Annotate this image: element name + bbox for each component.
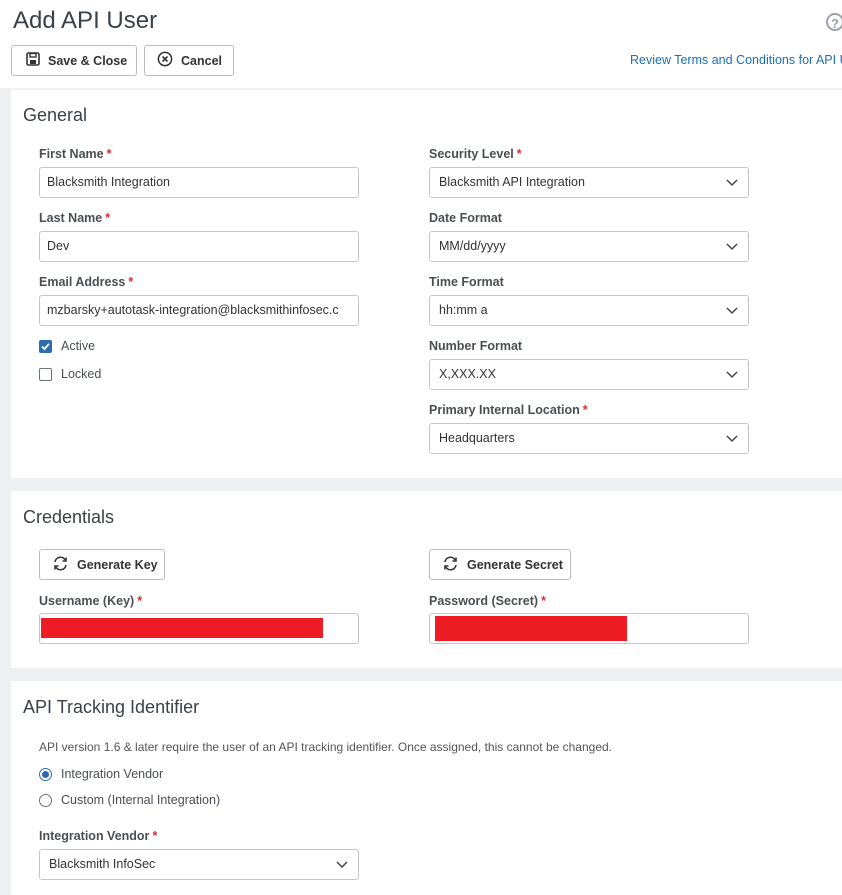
save-icon: [26, 52, 40, 69]
integration-vendor-label: Integration Vendor *: [39, 829, 158, 843]
locked-checkbox[interactable]: [39, 368, 52, 381]
refresh-icon: [52, 555, 69, 574]
cancel-label: Cancel: [181, 53, 222, 68]
time-format-select[interactable]: hh:mm a: [429, 295, 749, 326]
tracking-title: API Tracking Identifier: [23, 697, 200, 717]
chevron-down-icon: [336, 861, 348, 869]
save-close-button[interactable]: Save & Close: [11, 45, 137, 76]
general-section: General First Name * Blacksmith Integrati…: [11, 90, 842, 478]
security-level-select[interactable]: Blacksmith API Integration: [429, 167, 749, 198]
last-name-field[interactable]: Dev: [39, 231, 359, 262]
help-icon[interactable]: ?: [826, 13, 842, 31]
number-format-select[interactable]: X,XXX.XX: [429, 359, 749, 390]
email-label: Email Address *: [39, 275, 134, 289]
locked-label: Locked: [61, 367, 102, 381]
primary-location-label: Primary Internal Location *: [429, 403, 588, 417]
security-level-label: Security Level *: [429, 147, 522, 161]
generate-secret-button[interactable]: Generate Secret: [429, 549, 571, 580]
redaction-bar: [435, 616, 627, 641]
general-title: General: [23, 105, 88, 125]
date-format-value: MM/dd/yyyy: [439, 239, 506, 253]
active-label: Active: [61, 339, 96, 353]
password-secret-label: Password (Secret) *: [429, 594, 546, 608]
number-format-label: Number Format: [429, 339, 523, 353]
active-checkbox[interactable]: [39, 340, 52, 353]
custom-integration-radio[interactable]: [39, 794, 52, 807]
chevron-down-icon: [726, 179, 738, 187]
generate-secret-label: Generate Secret: [467, 557, 563, 572]
redaction-bar: [41, 618, 323, 638]
integration-vendor-radio-label: Integration Vendor: [61, 767, 164, 781]
page-title: Add API User: [13, 7, 158, 34]
tracking-section: API Tracking Identifier API version 1.6 …: [11, 681, 842, 895]
primary-location-select[interactable]: Headquarters: [429, 423, 749, 454]
number-format-value: X,XXX.XX: [439, 367, 496, 381]
save-close-label: Save & Close: [48, 53, 128, 68]
email-field[interactable]: mzbarsky+autotask-integration@blacksmith…: [39, 295, 359, 326]
primary-location-value: Headquarters: [439, 431, 515, 445]
last-name-label: Last Name *: [39, 211, 111, 225]
custom-integration-radio-label: Custom (Internal Integration): [61, 793, 221, 807]
credentials-section: Credentials Generate Key Generate Secret…: [11, 491, 842, 668]
time-format-label: Time Format: [429, 275, 504, 289]
cancel-icon: [157, 51, 173, 70]
tracking-note: API version 1.6 & later require the user…: [39, 740, 613, 754]
first-name-label: First Name *: [39, 147, 112, 161]
username-key-label: Username (Key) *: [39, 594, 143, 608]
terms-link[interactable]: Review Terms and Conditions for API Us: [630, 53, 842, 67]
security-level-value: Blacksmith API Integration: [439, 175, 585, 189]
date-format-select[interactable]: MM/dd/yyyy: [429, 231, 749, 262]
chevron-down-icon: [726, 243, 738, 251]
credentials-title: Credentials: [23, 507, 115, 527]
generate-key-button[interactable]: Generate Key: [39, 549, 165, 580]
cancel-button[interactable]: Cancel: [144, 45, 234, 76]
chevron-down-icon: [726, 435, 738, 443]
integration-vendor-value: Blacksmith InfoSec: [49, 857, 156, 871]
first-name-field[interactable]: Blacksmith Integration: [39, 167, 359, 198]
generate-key-label: Generate Key: [77, 557, 158, 572]
integration-vendor-radio[interactable]: [39, 768, 52, 781]
chevron-down-icon: [726, 307, 738, 315]
chevron-down-icon: [726, 371, 738, 379]
date-format-label: Date Format: [429, 211, 502, 225]
integration-vendor-select[interactable]: Blacksmith InfoSec: [39, 849, 359, 880]
refresh-icon: [442, 555, 459, 574]
time-format-value: hh:mm a: [439, 303, 488, 317]
